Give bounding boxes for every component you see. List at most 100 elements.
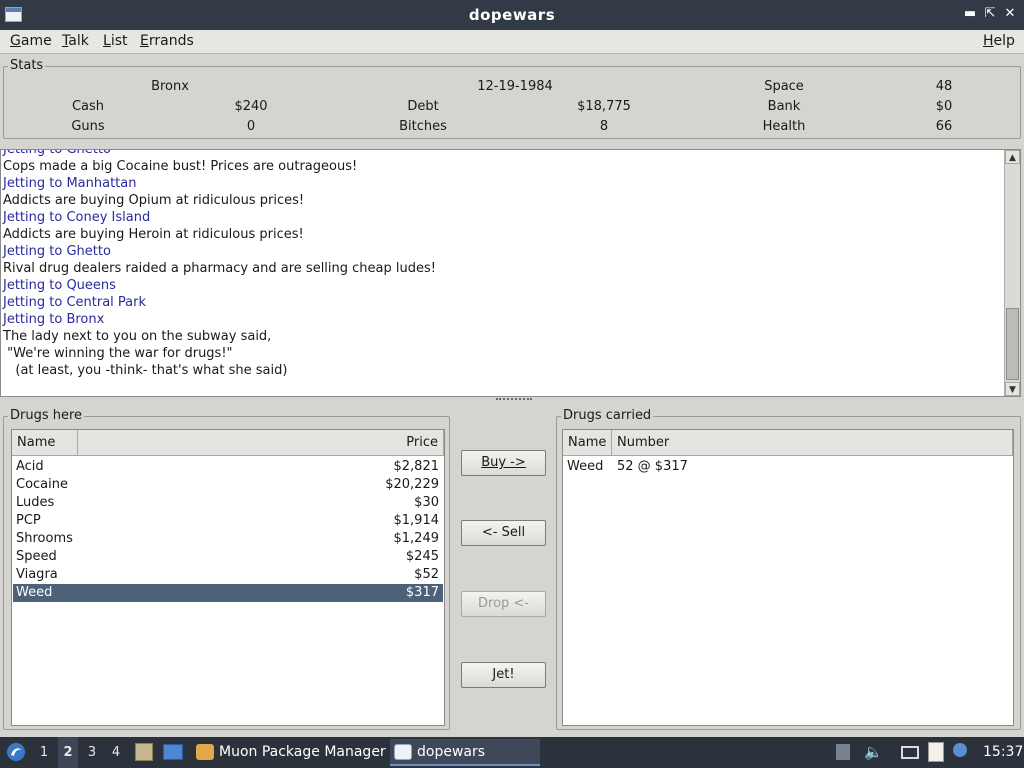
table-row[interactable]: Shrooms $1,249 xyxy=(13,530,443,548)
title-bar: dopewars ▬ ⇱ ✕ xyxy=(0,0,1024,30)
workspace-2[interactable]: 2 xyxy=(58,737,78,768)
taskbar-task-label: dopewars xyxy=(417,744,486,760)
drugs-carried-list[interactable]: Name Number Weed 52 @ $317 xyxy=(562,429,1014,726)
sell-button[interactable]: <- Sell xyxy=(461,520,546,546)
stat-health-label: Health xyxy=(762,119,806,134)
file-manager-icon[interactable] xyxy=(135,743,153,761)
drop-button[interactable]: Drop <- xyxy=(461,591,546,617)
col-header-number[interactable]: Number xyxy=(612,430,1013,456)
col-header-price[interactable]: Price xyxy=(78,430,444,456)
menu-bar: Game Talk List Errands Help xyxy=(0,30,1024,54)
clipboard-icon[interactable] xyxy=(928,742,944,762)
sell-button-label: <- Sell xyxy=(481,525,526,540)
message-line: The lady next to you on the subway said, xyxy=(3,329,272,344)
message-line: Cops made a big Cocaine bust! Prices are… xyxy=(3,159,358,174)
buy-button[interactable]: Buy -> xyxy=(461,450,546,476)
message-line: (at least, you -think- that's what she s… xyxy=(3,363,288,378)
scroll-up-arrow-icon[interactable]: ▲ xyxy=(1005,150,1020,164)
minimize-button[interactable]: ▬ xyxy=(962,6,978,22)
taskbar: 1234 Muon Package Manager dopewars 🔈 15:3… xyxy=(0,737,1024,768)
menu-list[interactable]: List xyxy=(103,33,128,49)
stat-bitches-value: 8 xyxy=(599,119,609,134)
menu-talk[interactable]: Talk xyxy=(62,33,89,49)
drugs-here-list[interactable]: Name Price Acid $2,821 Cocaine $20,229 Ludes… xyxy=(11,429,445,726)
stat-space-label: Space xyxy=(764,79,804,94)
col-header-name[interactable]: Name xyxy=(12,430,78,456)
drug-name: PCP xyxy=(16,513,41,528)
message-line: Jetting to Ghetto xyxy=(3,244,111,259)
table-row[interactable]: Viagra $52 xyxy=(13,566,443,584)
message-line: Addicts are buying Heroin at ridiculous … xyxy=(3,227,304,242)
drug-name: Shrooms xyxy=(16,531,73,546)
restore-button[interactable]: ⇱ xyxy=(982,6,998,22)
message-line: Addicts are buying Opium at ridiculous p… xyxy=(3,193,305,208)
message-line: Rival drug dealers raided a pharmacy and… xyxy=(3,261,436,276)
message-log[interactable]: Jetting to Ghetto Cops made a big Cocaine… xyxy=(0,149,1021,397)
carried-drug-number: 52 @ $317 xyxy=(617,459,688,474)
menu-game[interactable]: Game xyxy=(10,33,52,49)
message-lines: Jetting to Ghetto Cops made a big Cocaine… xyxy=(3,149,1003,379)
drugs-carried-title: Drugs carried xyxy=(561,408,654,424)
stat-bank-value: $0 xyxy=(935,99,953,114)
stats-panel: Stats Bronx 12-19-1984 Space 48 Cash $24… xyxy=(3,58,1021,139)
drug-price: $52 xyxy=(414,567,439,582)
table-row[interactable]: Acid $2,821 xyxy=(13,458,443,476)
buy-button-label: Buy -> xyxy=(481,455,526,470)
workspace-1[interactable]: 1 xyxy=(34,737,54,768)
network-icon[interactable] xyxy=(901,746,919,759)
stat-debt-value: $18,775 xyxy=(577,99,631,114)
drug-price: $1,914 xyxy=(393,513,440,528)
drop-button-label: Drop <- xyxy=(478,596,529,611)
scroll-down-arrow-icon[interactable]: ▼ xyxy=(1005,382,1020,396)
clock[interactable]: 15:37 xyxy=(983,737,1023,768)
stat-health-value: 66 xyxy=(935,119,953,134)
message-scrollbar[interactable]: ▲ ▼ xyxy=(1004,150,1020,396)
stat-cash-value: $240 xyxy=(234,99,268,114)
message-line: Jetting to Manhattan xyxy=(3,176,137,191)
drugs-here-title: Drugs here xyxy=(8,408,85,424)
jet-button[interactable]: Jet! xyxy=(461,662,546,688)
stat-date: 12-19-1984 xyxy=(477,79,553,94)
table-row[interactable]: Weed $317 xyxy=(13,584,443,602)
table-row[interactable]: Speed $245 xyxy=(13,548,443,566)
drug-name: Cocaine xyxy=(16,477,68,492)
message-line: Jetting to Central Park xyxy=(3,295,147,310)
window-icon xyxy=(394,744,412,760)
menu-help[interactable]: Help xyxy=(983,33,1015,49)
drug-price: $1,249 xyxy=(393,531,440,546)
stat-guns-label: Guns xyxy=(71,119,105,134)
stat-bank-label: Bank xyxy=(767,99,801,114)
table-row[interactable]: Weed 52 @ $317 xyxy=(564,458,1012,476)
workspace-3[interactable]: 3 xyxy=(82,737,102,768)
table-row[interactable]: Ludes $30 xyxy=(13,494,443,512)
drug-price: $317 xyxy=(405,585,439,600)
message-line: Jetting to Coney Island xyxy=(3,210,151,225)
pane-splitter-handle[interactable] xyxy=(496,398,532,403)
drug-price: $30 xyxy=(414,495,439,510)
taskbar-task[interactable]: dopewars xyxy=(390,739,540,766)
col-header-carried-name[interactable]: Name xyxy=(563,430,612,456)
volume-icon[interactable]: 🔈 xyxy=(864,737,883,768)
message-line: Jetting to Queens xyxy=(3,278,116,293)
taskbar-task-label: Muon Package Manager xyxy=(219,744,386,760)
scroll-thumb[interactable] xyxy=(1006,308,1019,380)
stats-title: Stats xyxy=(8,58,46,74)
message-line: Jetting to Ghetto xyxy=(3,149,111,157)
carried-drug-name: Weed xyxy=(567,459,604,474)
tray-arrow-icon[interactable] xyxy=(836,744,850,760)
show-desktop-icon[interactable] xyxy=(163,744,183,760)
stat-debt-label: Debt xyxy=(407,99,439,114)
drug-name: Ludes xyxy=(16,495,55,510)
message-line: Jetting to Bronx xyxy=(3,312,105,327)
table-row[interactable]: PCP $1,914 xyxy=(13,512,443,530)
taskbar-task[interactable]: Muon Package Manager xyxy=(192,739,386,766)
drug-name: Speed xyxy=(16,549,57,564)
start-menu-icon[interactable] xyxy=(6,742,26,762)
window-title: dopewars xyxy=(468,6,556,24)
table-row[interactable]: Cocaine $20,229 xyxy=(13,476,443,494)
close-button[interactable]: ✕ xyxy=(1002,6,1018,22)
menu-errands[interactable]: Errands xyxy=(140,33,194,49)
drug-price: $20,229 xyxy=(385,477,439,492)
workspace-4[interactable]: 4 xyxy=(106,737,126,768)
notification-icon[interactable] xyxy=(953,743,967,757)
